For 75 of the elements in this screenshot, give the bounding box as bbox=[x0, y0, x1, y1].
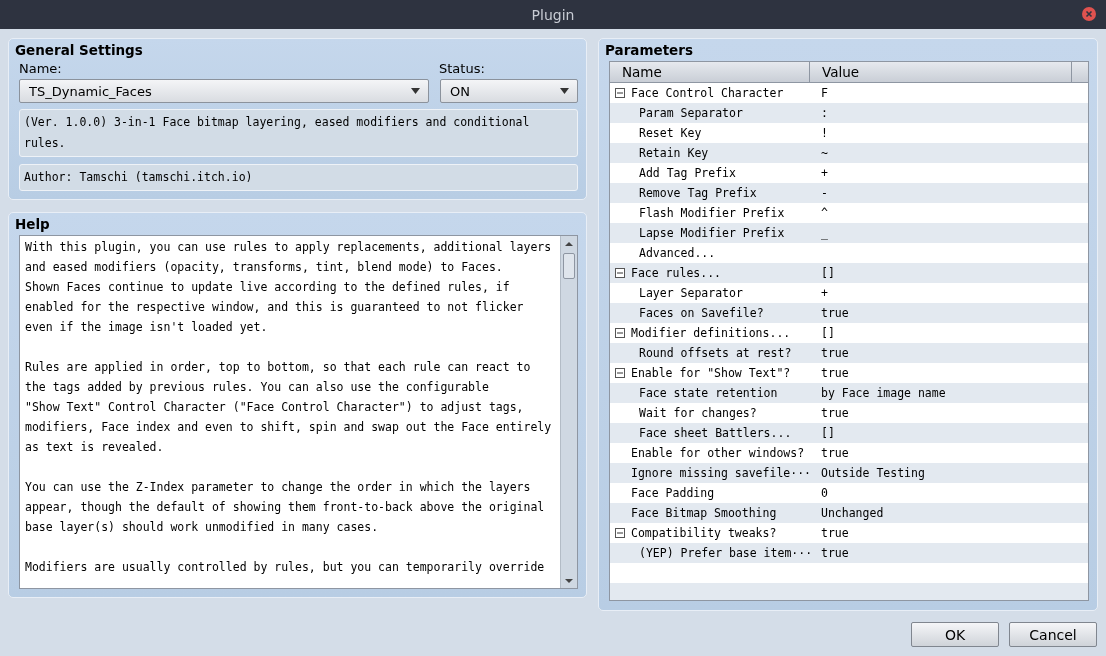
parameter-value[interactable]: + bbox=[810, 166, 828, 180]
parameter-value[interactable]: Outside Testing bbox=[810, 466, 925, 480]
panel-title: General Settings bbox=[15, 42, 144, 58]
parameter-value[interactable]: true bbox=[810, 346, 849, 360]
dialog-button[interactable]: Cancel bbox=[1009, 622, 1097, 647]
author-text: Author: Tamschi (tamschi.itch.io) bbox=[19, 164, 578, 191]
parameter-value[interactable]: true bbox=[810, 366, 849, 380]
parameter-value[interactable]: Unchanged bbox=[810, 506, 884, 520]
collapse-icon[interactable] bbox=[615, 268, 625, 278]
parameter-value[interactable]: ^ bbox=[810, 206, 828, 220]
parameter-name[interactable]: Remove Tag Prefix bbox=[639, 186, 757, 200]
column-header[interactable]: Name bbox=[610, 62, 810, 82]
help-paragraph: You can use the Z-Index parameter to change the order in which the layers appear, though the default of showing them front-to-back above the original base layer(s) should work unmodified in many cases. bbox=[25, 479, 546, 536]
parameter-name[interactable]: Face state retention bbox=[639, 386, 778, 400]
help-paragraph: Modifiers are usually controlled by rules, but you can temporarily override bbox=[25, 559, 546, 576]
parameter-name[interactable]: Wait for changes? bbox=[639, 406, 757, 420]
field-label: Status: bbox=[439, 61, 485, 76]
parameter-value[interactable]: F bbox=[810, 86, 828, 100]
parameter-name[interactable]: Faces on Savefile? bbox=[639, 306, 764, 320]
dialog-button[interactable]: OK bbox=[911, 622, 999, 647]
parameter-value[interactable]: [] bbox=[810, 266, 835, 280]
scrollbar[interactable] bbox=[560, 236, 577, 588]
parameter-name[interactable]: Enable for other windows? bbox=[631, 446, 805, 460]
parameter-value[interactable]: ! bbox=[810, 126, 828, 140]
parameter-name[interactable]: Face rules... bbox=[631, 266, 721, 280]
parameter-name[interactable]: Enable for "Show Text"? bbox=[631, 366, 791, 380]
status-dropdown[interactable]: ON bbox=[440, 79, 578, 103]
parameter-value[interactable]: true bbox=[810, 306, 849, 320]
parameter-name[interactable]: Param Separator bbox=[639, 106, 743, 120]
parameter-name[interactable]: Lapse Modifier Prefix bbox=[639, 226, 785, 240]
parameter-name[interactable]: Advanced... bbox=[639, 246, 716, 260]
parameter-value[interactable]: true bbox=[810, 406, 849, 420]
parameter-value[interactable]: [] bbox=[810, 426, 835, 440]
panel-title: Parameters bbox=[605, 42, 694, 58]
column-header[interactable]: Value bbox=[810, 62, 1072, 82]
parameter-value[interactable]: : bbox=[810, 106, 828, 120]
parameter-name[interactable]: Flash Modifier Prefix bbox=[639, 206, 785, 220]
collapse-icon[interactable] bbox=[615, 368, 625, 378]
window-title: Plugin bbox=[531, 6, 575, 23]
parameter-name[interactable]: Compatibility tweaks? bbox=[631, 526, 777, 540]
parameter-value[interactable]: 0 bbox=[810, 486, 828, 500]
collapse-icon[interactable] bbox=[615, 88, 625, 98]
panel-title: Help bbox=[15, 216, 51, 232]
field-label: Name: bbox=[19, 61, 63, 76]
parameter-name[interactable]: Face Bitmap Smoothing bbox=[631, 506, 777, 520]
caret-icon bbox=[560, 88, 569, 94]
parameter-name[interactable]: Layer Separator bbox=[639, 286, 743, 300]
scroll-thumb[interactable] bbox=[563, 253, 575, 279]
parameter-name[interactable]: Face Padding bbox=[631, 486, 715, 500]
parameter-name[interactable]: Ignore missing savefile··· bbox=[631, 466, 811, 480]
parameter-value[interactable]: by Face image name bbox=[810, 386, 946, 400]
help-paragraph: Rules are applied in order, top to bottom, so that each rule can react to the tags added by previous rules. You can also use the configurable "Show Text" Control Character ("Face Control Character") to adjust tags, modifiers, Face index and even to shift, spin and swap out the Face entirely as text is revealed. bbox=[25, 359, 553, 456]
help-paragraph: With this plugin, you can use rules to apply replacements, additional layers and eased modifiers (opacity, transforms, tint, blend mode) to Faces. Shown Faces continue to update live according to the defined rules, if enabled for the respective window, and this is guaranteed to not flicker even if the image isn't loaded yet. bbox=[25, 239, 553, 336]
name-dropdown[interactable]: TS_Dynamic_Faces bbox=[19, 79, 429, 103]
collapse-icon[interactable] bbox=[615, 328, 625, 338]
parameter-name[interactable]: Retain Key bbox=[639, 146, 709, 160]
parameter-value[interactable]: true bbox=[810, 526, 849, 540]
parameter-value[interactable]: ~ bbox=[810, 146, 828, 160]
collapse-icon[interactable] bbox=[615, 528, 625, 538]
parameter-value[interactable]: - bbox=[810, 186, 828, 200]
parameter-value[interactable]: _ bbox=[810, 226, 828, 240]
parameter-value[interactable]: true bbox=[810, 446, 849, 460]
caret-icon bbox=[411, 88, 420, 94]
parameter-name[interactable]: Face Control Character bbox=[631, 86, 784, 100]
parameter-name[interactable]: (YEP) Prefer base item··· bbox=[639, 546, 813, 560]
parameter-name[interactable]: Face sheet Battlers... bbox=[639, 426, 792, 440]
parameter-name[interactable]: Add Tag Prefix bbox=[639, 166, 736, 180]
parameter-value[interactable]: [] bbox=[810, 326, 835, 340]
description-text: (Ver. 1.0.0) 3-in-1 Face bitmap layering, eased modifiers and conditional rules. bbox=[19, 109, 578, 157]
parameter-name[interactable]: Round offsets at rest? bbox=[639, 346, 792, 360]
parameter-name[interactable]: Reset Key bbox=[639, 126, 702, 140]
parameter-name[interactable]: Modifier definitions... bbox=[631, 326, 791, 340]
close-icon[interactable] bbox=[1082, 7, 1096, 21]
parameter-value[interactable]: true bbox=[810, 546, 849, 560]
parameter-value[interactable]: + bbox=[810, 286, 828, 300]
